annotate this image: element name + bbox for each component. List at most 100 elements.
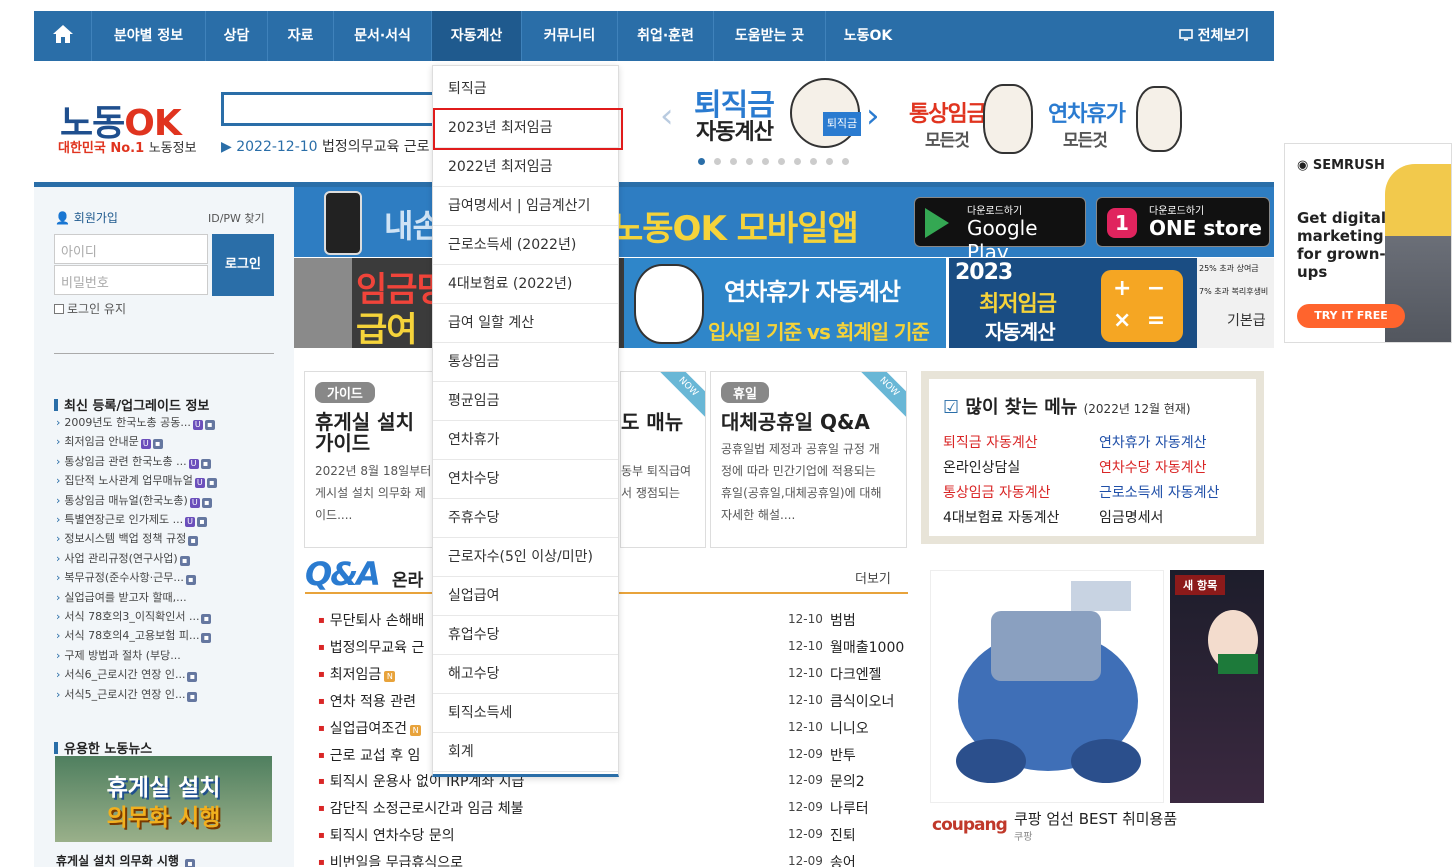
dropdown-item[interactable]: 근로소득세 (2022년) bbox=[433, 226, 618, 265]
qa-row-title[interactable]: 무단퇴사 손해배 bbox=[318, 613, 424, 629]
latest-item[interactable]: 집단적 노사관계 업무매뉴얼U▪ bbox=[56, 472, 217, 489]
try-it-free-button[interactable]: TRY IT FREE bbox=[1297, 304, 1405, 328]
latest-item[interactable]: 최저임금 안내문U▪ bbox=[56, 433, 163, 450]
holiday-card[interactable]: NOW 휴일 대체공휴일 Q&A 공휴일법 제정과 공휴일 규정 개 정에 따라 … bbox=[710, 371, 907, 548]
chevron-right-icon[interactable]: › bbox=[866, 96, 880, 136]
coupang-logo[interactable]: coupang bbox=[932, 815, 1008, 835]
dropdown-item[interactable]: 급여명세서 | 임금계산기 bbox=[433, 187, 618, 226]
dropdown-item[interactable]: 주휴수당 bbox=[433, 499, 618, 538]
dropdown-item[interactable]: 퇴직소득세 bbox=[433, 694, 618, 733]
ordinary-wage-banner[interactable]: 통상임금 모든것 bbox=[905, 82, 1040, 162]
annual-leave-banner[interactable]: 연차휴가 모든것 bbox=[1048, 82, 1188, 162]
card-title: 도 매뉴 bbox=[621, 410, 684, 434]
semrush-ad[interactable]: ◉ SEMRUSH Get digital marketing for grow… bbox=[1284, 143, 1452, 343]
dropdown-item[interactable]: 퇴직금 bbox=[433, 70, 618, 109]
latest-item[interactable]: 서식 78호의3_이직확인서 ...▪ bbox=[56, 608, 212, 624]
view-all-button[interactable]: 전체보기 bbox=[1154, 11, 1274, 61]
annual-sub: 모든것 bbox=[1063, 131, 1108, 151]
qa-row-title[interactable]: 비번일을 무급휴식으로 bbox=[318, 855, 463, 867]
new-item-badge: 새 항목 bbox=[1175, 575, 1226, 595]
signup-link[interactable]: 👤 회원가입 bbox=[55, 209, 118, 226]
qa-row-author: 월매출1000 bbox=[830, 639, 905, 656]
checkbox-icon[interactable] bbox=[54, 304, 64, 314]
home-icon[interactable] bbox=[34, 11, 92, 61]
dropdown-item[interactable]: 실업급여 bbox=[433, 577, 618, 616]
dropdown-item[interactable]: 통상임금 bbox=[433, 343, 618, 382]
qa-row-title[interactable]: 실업급여조건N bbox=[318, 721, 422, 737]
latest-item[interactable]: 사업 관리규정(연구사업)▪ bbox=[56, 550, 190, 566]
latest-item[interactable]: 통상임금 매뉴얼(한국노총)U▪ bbox=[56, 492, 212, 508]
dropdown-item[interactable]: 해고수당 bbox=[433, 655, 618, 694]
nav-item-documents[interactable]: 문서·서식 bbox=[334, 11, 432, 61]
dropdown-item[interactable]: 연차수당 bbox=[433, 460, 618, 499]
news-thumbnail[interactable]: 휴게실 설치 의무화 시행 bbox=[55, 756, 272, 842]
manual-card[interactable]: NOW 도 매뉴 동부 퇴직급여 서 쟁점되는 bbox=[620, 371, 706, 548]
login-button[interactable]: 로그인 bbox=[212, 234, 274, 296]
popular-link-ordinary-wage-calc[interactable]: 통상임금 자동계산 bbox=[943, 482, 1051, 502]
latest-item[interactable]: 통상임금 관련 한국노총 ...U▪ bbox=[56, 453, 211, 469]
carousel-dots[interactable] bbox=[698, 150, 858, 169]
popular-link-retire-calc[interactable]: 퇴직금 자동계산 bbox=[943, 432, 1038, 452]
popular-link-online-consult[interactable]: 온라인상담실 bbox=[943, 457, 1020, 477]
latest-item[interactable]: 구제 방법과 절차 (부당... bbox=[56, 647, 180, 663]
coupang-ad-title[interactable]: 쿠팡 엄선 BEST 취미용품 bbox=[1014, 808, 1177, 829]
qa-row-title[interactable]: 퇴직시 연차수당 문의 bbox=[318, 828, 455, 844]
qa-row-title[interactable]: 법정의무교육 근 bbox=[318, 640, 424, 656]
popular-link-annual-calc[interactable]: 연차휴가 자동계산 bbox=[1099, 432, 1207, 452]
dropdown-item[interactable]: 4대보험료 (2022년) bbox=[433, 265, 618, 304]
latest-item[interactable]: 서식 78호의4_고용보험 피...▪ bbox=[56, 627, 212, 644]
qa-row-title[interactable]: 근로 교섭 후 임 bbox=[318, 748, 420, 764]
popular-link-income-tax-calc[interactable]: 근로소득세 자동계산 bbox=[1099, 482, 1219, 502]
nav-item-consult[interactable]: 상담 bbox=[206, 11, 268, 61]
popular-link-annual-pay-calc[interactable]: 연차수당 자동계산 bbox=[1099, 457, 1207, 477]
latest-item[interactable]: 서식5_근로시간 연장 인...▪ bbox=[56, 686, 198, 702]
popular-link-insurance-calc[interactable]: 4대보험료 자동계산 bbox=[943, 507, 1059, 527]
annual-leave-calc-banner[interactable]: 연차휴가 자동계산 입사일 기준 vs 회계일 기준 bbox=[624, 258, 946, 348]
dropdown-item[interactable]: 급여 일할 계산 bbox=[433, 304, 618, 343]
popular-link-payslip[interactable]: 임금명세서 bbox=[1099, 507, 1163, 527]
nav-item-community[interactable]: 커뮤니티 bbox=[522, 11, 618, 61]
latest-item[interactable]: 정보시스템 백업 정책 규정▪ bbox=[56, 530, 199, 547]
dropdown-item[interactable]: 회계 bbox=[433, 733, 618, 772]
latest-item[interactable]: 특별연장근로 인가제도 ...U▪ bbox=[56, 511, 208, 527]
news-ticker[interactable]: ▶ 2022-12-10 법정의무교육 근로 bbox=[221, 136, 433, 156]
latest-item[interactable]: 서식6_근로시간 연장 인...▪ bbox=[56, 666, 198, 683]
dropdown-item[interactable]: 연차휴가 bbox=[433, 421, 618, 460]
latest-item-label: 서식5_근로시간 연장 인... bbox=[64, 687, 186, 701]
nav-item-nodongok[interactable]: 노동OK bbox=[826, 11, 910, 61]
dropdown-item[interactable]: 휴업수당 bbox=[433, 616, 618, 655]
keep-login-checkbox[interactable]: 로그인 유지 bbox=[54, 300, 126, 317]
nav-item-help[interactable]: 도움받는 곳 bbox=[714, 11, 826, 61]
ad-product-image-2[interactable] bbox=[1170, 570, 1264, 803]
qa-more-link[interactable]: 더보기 bbox=[855, 568, 891, 587]
nav-item-jobs[interactable]: 취업·훈련 bbox=[618, 11, 714, 61]
latest-item[interactable]: 2009년도 한국노총 공동...U▪ bbox=[56, 414, 215, 430]
chevron-left-icon[interactable]: ‹ bbox=[660, 96, 674, 136]
one-store-button[interactable]: 1 다운로드하기 ONE store bbox=[1096, 197, 1270, 247]
password-input[interactable]: 비밀번호 bbox=[54, 265, 208, 295]
logo-tagline-text: 노동정보 bbox=[148, 141, 197, 156]
qa-row-title[interactable]: 감단직 소정근로시간과 임금 체불 bbox=[318, 801, 523, 817]
nav-item-field-info[interactable]: 분야별 정보 bbox=[92, 11, 206, 61]
latest-item[interactable]: 복무규정(준수사항·근무...▪ bbox=[56, 569, 196, 586]
nav-item-auto-calc[interactable]: 자동계산 bbox=[432, 11, 522, 61]
dropdown-item[interactable]: 평균임금 bbox=[433, 382, 618, 421]
qa-row-title[interactable]: 최저임금N bbox=[318, 667, 396, 683]
qa-row-title[interactable]: 연차 적용 관련 bbox=[318, 694, 416, 710]
nav-item-resources[interactable]: 자료 bbox=[268, 11, 334, 61]
semrush-flame-icon: ◉ bbox=[1297, 158, 1309, 173]
find-id-pw-link[interactable]: ID/PW 찾기 bbox=[208, 210, 265, 226]
min-wage-2023-banner[interactable]: 2023 최저임금 자동계산 + − × = 25% 초과 상여금 7% 초과 … bbox=[949, 258, 1274, 348]
google-play-button[interactable]: 다운로드하기 Google Play bbox=[914, 197, 1086, 257]
dropdown-item[interactable]: 근로자수(5인 이상/미만) bbox=[433, 538, 618, 577]
qa-row[interactable]: 비번일을 무급휴식으로 12-09 송어 bbox=[318, 852, 908, 867]
news-caption[interactable]: 휴게실 설치 의무화 시행 ▪ bbox=[56, 852, 196, 867]
ad-product-image[interactable] bbox=[930, 570, 1164, 803]
id-input[interactable]: 아이디 bbox=[54, 234, 208, 264]
qa-row[interactable]: 퇴직시 연차수당 문의 12-09 진퇴 bbox=[318, 825, 908, 852]
latest-item[interactable]: 실업급여를 받고자 할때,... bbox=[56, 589, 186, 605]
search-input[interactable] bbox=[221, 92, 436, 126]
qa-row[interactable]: 감단직 소정근로시간과 임금 체불 12-09 나루터 bbox=[318, 798, 908, 825]
dropdown-item[interactable]: 2022년 최저임금 bbox=[433, 148, 618, 187]
view-all-label: 전체보기 bbox=[1197, 28, 1250, 44]
